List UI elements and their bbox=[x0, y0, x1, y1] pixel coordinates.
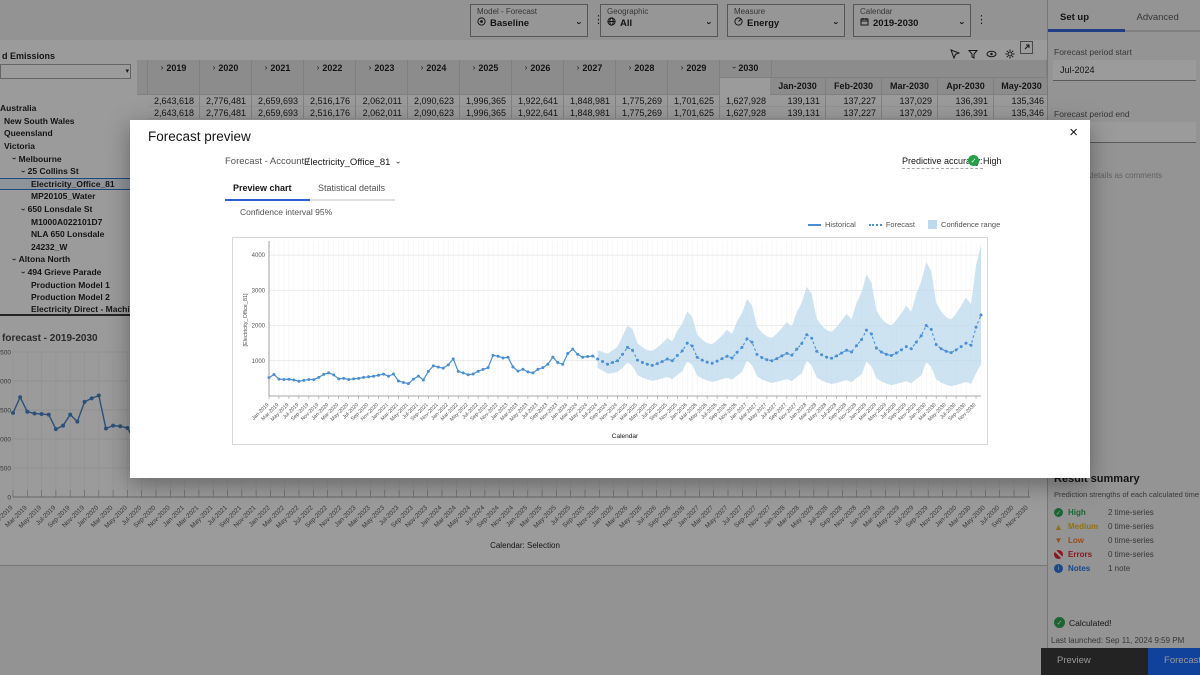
tab-preview-chart[interactable]: Preview chart bbox=[225, 177, 310, 201]
svg-text:2000: 2000 bbox=[252, 324, 266, 330]
close-icon[interactable]: × bbox=[1069, 125, 1078, 140]
legend-item[interactable]: Historical bbox=[808, 220, 856, 229]
forecast-chart: 1000200030004000Jan-2019Mar-2019May-2019… bbox=[233, 238, 987, 444]
check-icon: ✓ bbox=[968, 155, 979, 166]
chart-legend: Historical Forecast Confidence range bbox=[808, 220, 1000, 229]
legend-item[interactable]: Forecast bbox=[869, 220, 915, 229]
svg-text:Calendar: Calendar bbox=[612, 433, 639, 440]
legend-area-swatch bbox=[928, 220, 937, 229]
account-selector-label: Forecast - Account / bbox=[225, 156, 309, 167]
legend-dashed-swatch bbox=[869, 224, 882, 226]
legend-label: Confidence range bbox=[941, 220, 1000, 229]
tab-statistical-details[interactable]: Statistical details bbox=[310, 177, 395, 201]
account-selector[interactable]: Electricity_Office_81› bbox=[304, 157, 400, 168]
chevron-down-icon: › bbox=[394, 161, 403, 164]
forecast-preview-modal: Forecast preview × Forecast - Account / … bbox=[130, 120, 1090, 478]
confidence-interval-label: Confidence interval 95% bbox=[240, 207, 332, 217]
legend-label: Historical bbox=[825, 220, 856, 229]
app-root: Model - Forecast Baseline› ⋮ Geographic … bbox=[0, 0, 1200, 675]
legend-item[interactable]: Confidence range bbox=[928, 220, 1000, 229]
svg-text:3000: 3000 bbox=[252, 288, 266, 294]
svg-text:4000: 4000 bbox=[252, 253, 266, 259]
svg-text:[Electricity_Office_81]: [Electricity_Office_81] bbox=[243, 293, 249, 347]
legend-label: Forecast bbox=[886, 220, 915, 229]
svg-text:1000: 1000 bbox=[252, 359, 266, 365]
predictive-accuracy-badge: ✓High bbox=[968, 155, 1002, 166]
forecast-chart-card: 1000200030004000Jan-2019Mar-2019May-2019… bbox=[232, 237, 988, 445]
modal-title: Forecast preview bbox=[148, 129, 251, 144]
legend-solid-swatch bbox=[808, 224, 821, 226]
